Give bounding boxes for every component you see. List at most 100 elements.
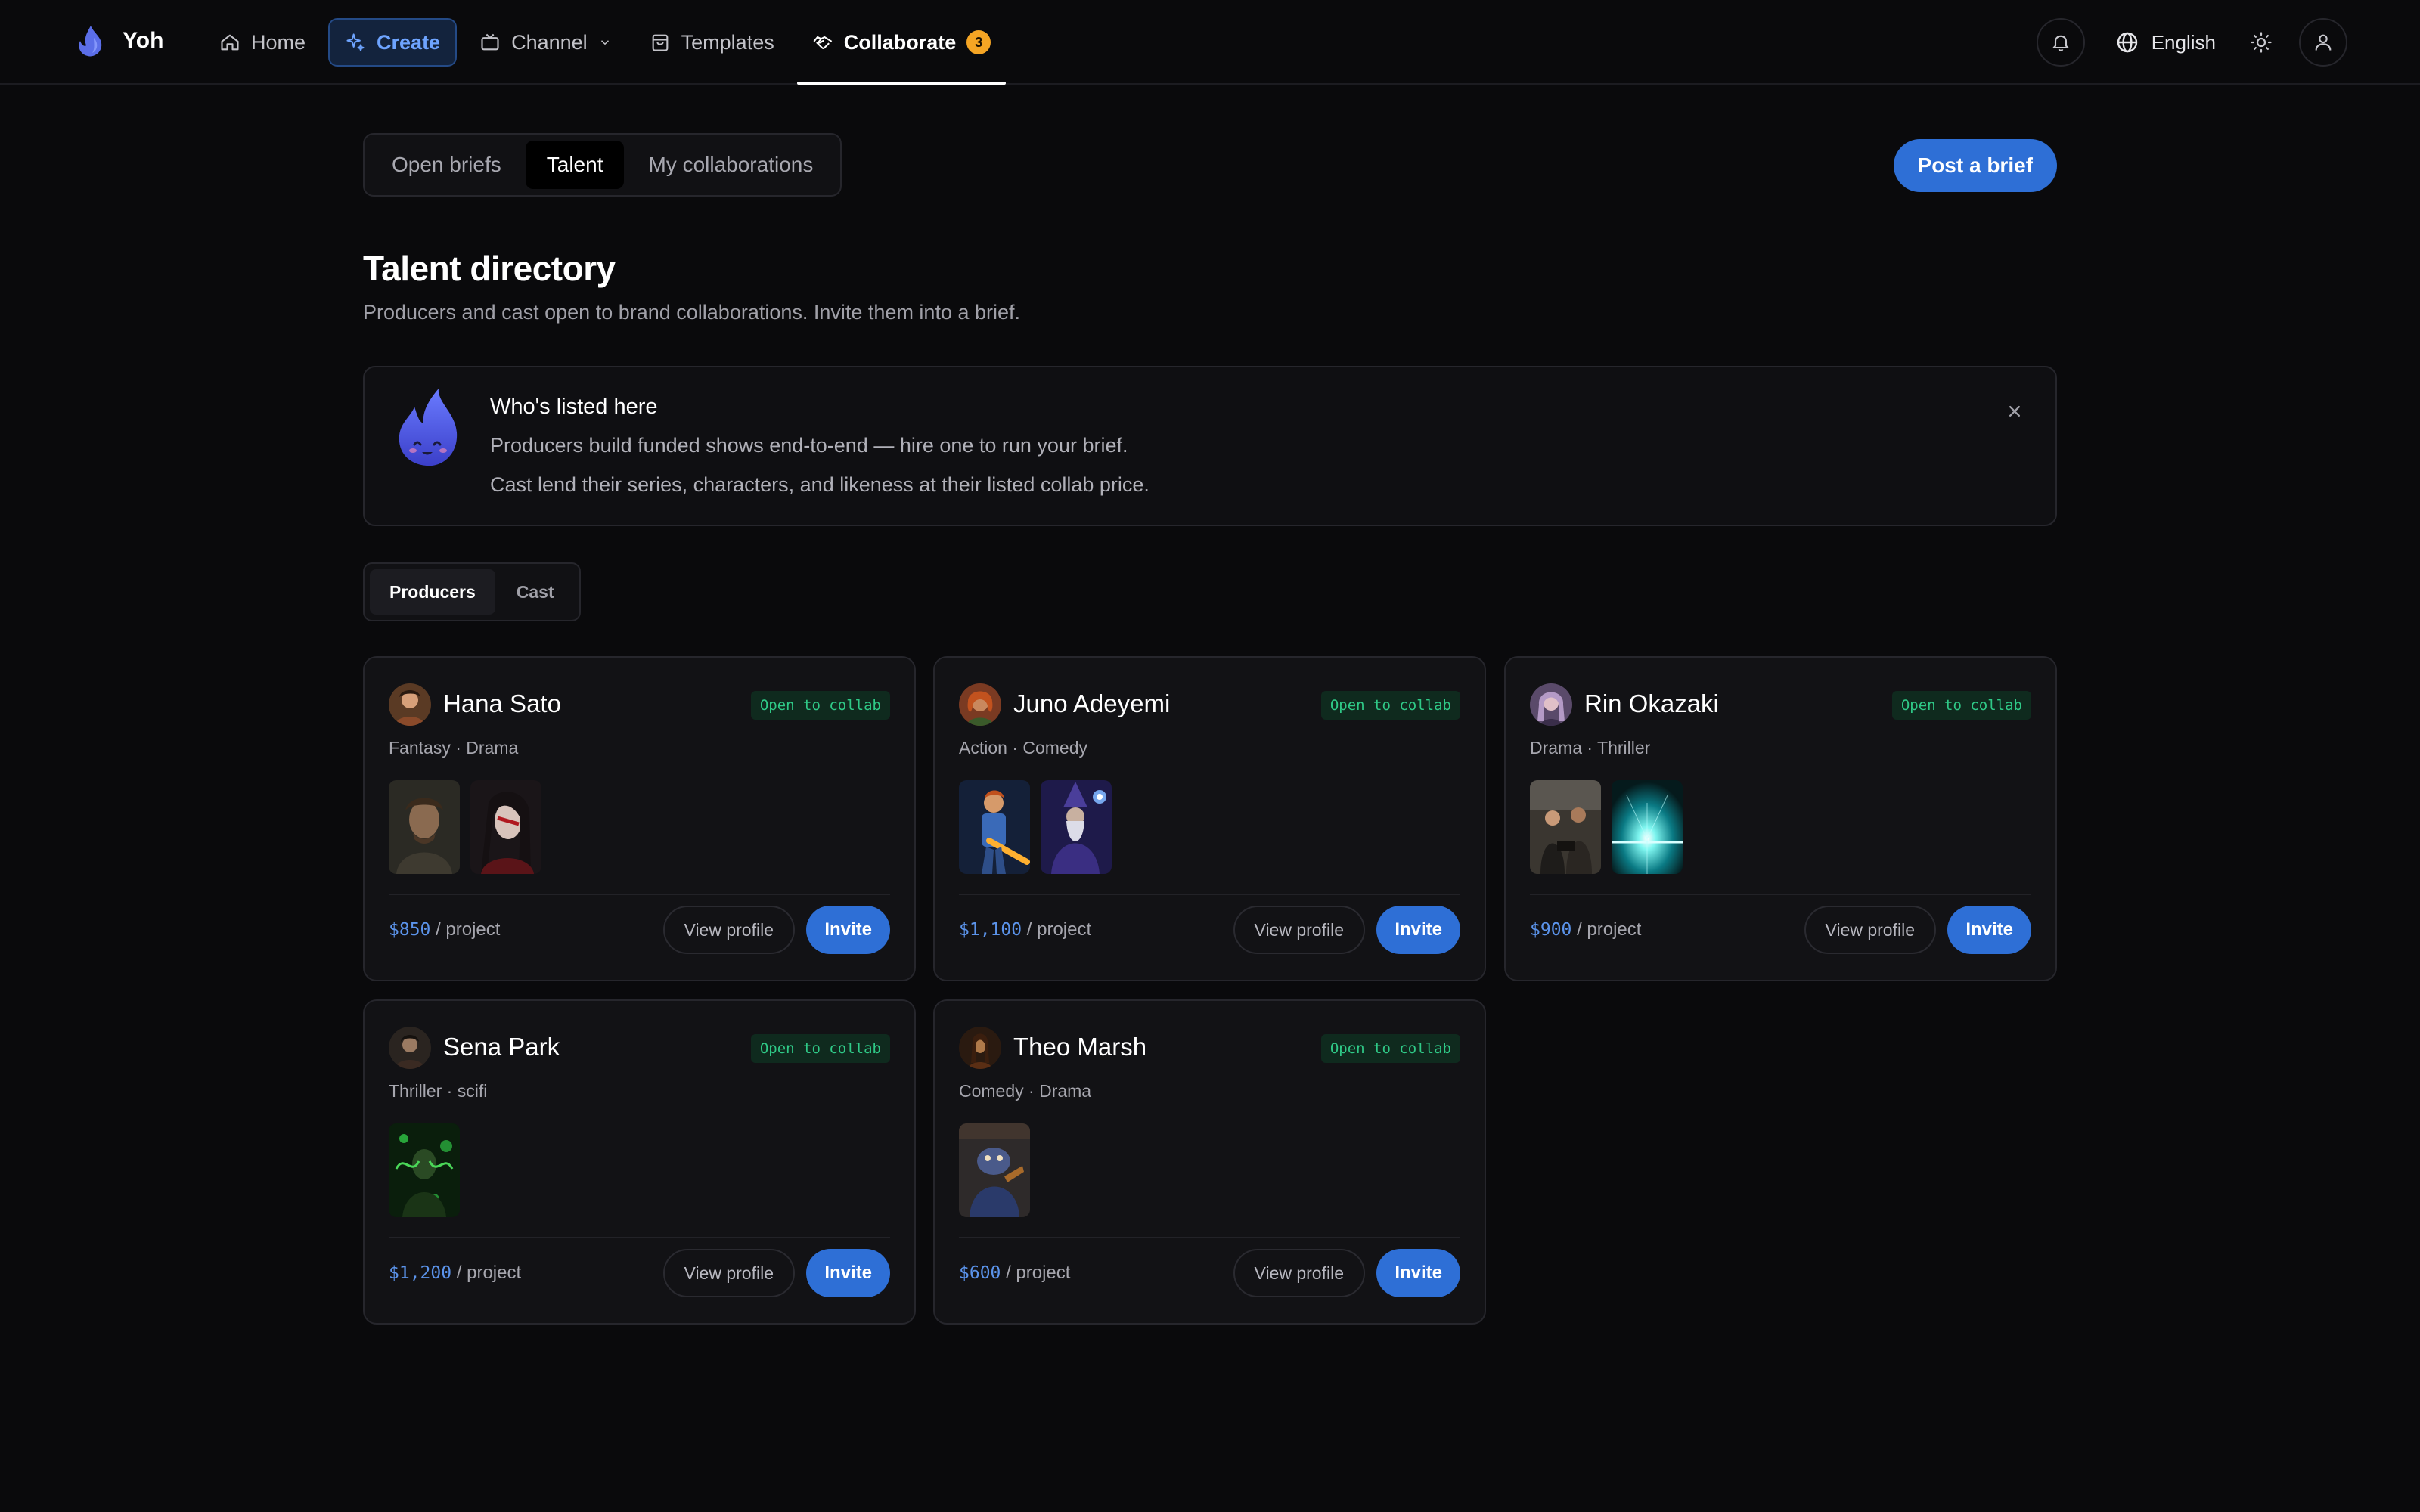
nav-collaborate[interactable]: Collaborate 3 bbox=[796, 18, 1007, 85]
talent-name[interactable]: Juno Adeyemi bbox=[1013, 689, 1170, 718]
status-badge: Open to collab bbox=[1891, 691, 2031, 720]
view-profile-button[interactable]: View profile bbox=[662, 1249, 795, 1297]
collaborate-tabs: Open briefs Talent My collaborations bbox=[363, 133, 842, 197]
tab-open-briefs[interactable]: Open briefs bbox=[371, 141, 523, 189]
invite-button[interactable]: Invite bbox=[1376, 906, 1460, 954]
view-profile-button[interactable]: View profile bbox=[662, 906, 795, 954]
talent-card: Juno Adeyemi Open to collab Action · Com… bbox=[933, 656, 1486, 981]
header-tools: English bbox=[2036, 18, 2347, 67]
status-badge: Open to collab bbox=[1320, 1034, 1460, 1063]
info-title: Who's listed here bbox=[490, 395, 658, 419]
card-divider bbox=[959, 1237, 1460, 1238]
talent-card: Theo Marsh Open to collab Comedy · Drama… bbox=[933, 999, 1486, 1325]
notifications-button[interactable] bbox=[2036, 18, 2085, 67]
handshake-icon bbox=[813, 36, 832, 49]
view-profile-button[interactable]: View profile bbox=[1233, 906, 1365, 954]
language-selector[interactable]: English bbox=[2108, 30, 2223, 54]
language-label: English bbox=[2151, 30, 2216, 54]
nav-create-label: Create bbox=[377, 30, 441, 54]
portfolio-thumbnails bbox=[959, 1123, 1030, 1217]
talent-genres: Thriller · scifi bbox=[389, 1081, 488, 1101]
subtab-producers[interactable]: Producers bbox=[370, 569, 495, 615]
page-subtitle: Producers and cast open to brand collabo… bbox=[363, 301, 1021, 324]
top-navbar: Yoh Home Create Channel Templates Collab… bbox=[0, 0, 2420, 85]
nav-home-label: Home bbox=[251, 30, 306, 54]
sun-icon bbox=[2251, 32, 2272, 53]
shopping-bag-icon bbox=[652, 34, 669, 51]
nav-collaborate-label: Collaborate bbox=[843, 30, 957, 54]
page-title: Talent directory bbox=[363, 249, 616, 288]
card-divider bbox=[1530, 894, 2031, 895]
price-amount: $600 bbox=[959, 1263, 1001, 1283]
info-line-cast: Cast lend their series, characters, and … bbox=[490, 473, 1150, 496]
portfolio-thumbnail[interactable] bbox=[389, 780, 460, 874]
portfolio-thumbnails bbox=[1530, 780, 1683, 874]
price-unit: / project bbox=[436, 919, 501, 940]
portfolio-thumbnails bbox=[959, 780, 1112, 874]
nav-channel[interactable]: Channel bbox=[464, 18, 627, 67]
avatar[interactable] bbox=[1530, 683, 1572, 726]
nav-templates[interactable]: Templates bbox=[634, 18, 790, 67]
avatar[interactable] bbox=[959, 1027, 1001, 1069]
talent-price: $850 / project bbox=[389, 919, 500, 940]
tab-my-collaborations[interactable]: My collaborations bbox=[627, 141, 834, 189]
talent-name[interactable]: Hana Sato bbox=[443, 689, 561, 718]
post-brief-button[interactable]: Post a brief bbox=[1893, 139, 2057, 192]
portfolio-thumbnail[interactable] bbox=[470, 780, 541, 874]
price-unit: / project bbox=[1006, 1263, 1071, 1283]
info-banner: Who's listed here Producers build funded… bbox=[363, 366, 2057, 526]
talent-price: $1,200 / project bbox=[389, 1263, 521, 1284]
talent-card: Hana Sato Open to collab Fantasy · Drama… bbox=[363, 656, 916, 981]
portfolio-thumbnail[interactable] bbox=[389, 1123, 460, 1217]
yoh-flame-logo-icon bbox=[79, 26, 102, 57]
status-badge: Open to collab bbox=[750, 1034, 890, 1063]
talent-card: Sena Park Open to collab Thriller · scif… bbox=[363, 999, 916, 1325]
card-divider bbox=[959, 894, 1460, 895]
avatar[interactable] bbox=[389, 683, 431, 726]
home-icon bbox=[221, 34, 239, 51]
portfolio-thumbnail[interactable] bbox=[1612, 780, 1683, 874]
card-divider bbox=[389, 1237, 890, 1238]
talent-name[interactable]: Sena Park bbox=[443, 1033, 560, 1061]
portfolio-thumbnail[interactable] bbox=[959, 1123, 1030, 1217]
theme-toggle[interactable] bbox=[2246, 27, 2276, 57]
tab-talent[interactable]: Talent bbox=[525, 141, 625, 189]
price-amount: $900 bbox=[1530, 920, 1572, 940]
nav-channel-label: Channel bbox=[511, 30, 588, 54]
price-amount: $1,200 bbox=[389, 1263, 452, 1283]
invite-button[interactable]: Invite bbox=[1947, 906, 2031, 954]
flame-mascot-icon bbox=[399, 389, 458, 466]
app-name: Yoh bbox=[123, 28, 164, 53]
view-profile-button[interactable]: View profile bbox=[1233, 1249, 1365, 1297]
portfolio-thumbnail[interactable] bbox=[959, 780, 1030, 874]
invite-button[interactable]: Invite bbox=[806, 1249, 890, 1297]
talent-genres: Drama · Thriller bbox=[1530, 738, 1651, 758]
portfolio-thumbnails bbox=[389, 1123, 460, 1217]
talent-name[interactable]: Theo Marsh bbox=[1013, 1033, 1146, 1061]
portfolio-thumbnail[interactable] bbox=[1041, 780, 1112, 874]
nav-create[interactable]: Create bbox=[328, 18, 458, 67]
avatar[interactable] bbox=[389, 1027, 431, 1069]
talent-price: $1,100 / project bbox=[959, 919, 1091, 940]
price-unit: / project bbox=[1577, 919, 1642, 940]
tv-icon bbox=[481, 33, 499, 51]
subtab-cast[interactable]: Cast bbox=[497, 569, 574, 615]
portfolio-thumbnail[interactable] bbox=[1530, 780, 1601, 874]
close-icon[interactable] bbox=[2004, 401, 2025, 422]
brand-logo-link[interactable]: Yoh bbox=[76, 24, 163, 57]
chevron-down-icon bbox=[600, 40, 609, 45]
invite-button[interactable]: Invite bbox=[806, 906, 890, 954]
talent-type-tabs: Producers Cast bbox=[363, 562, 581, 621]
nav-home[interactable]: Home bbox=[204, 18, 321, 67]
talent-name[interactable]: Rin Okazaki bbox=[1584, 689, 1719, 718]
invite-button[interactable]: Invite bbox=[1376, 1249, 1460, 1297]
view-profile-button[interactable]: View profile bbox=[1804, 906, 1936, 954]
talent-price: $900 / project bbox=[1530, 919, 1641, 940]
avatar[interactable] bbox=[959, 683, 1001, 726]
price-unit: / project bbox=[456, 1263, 522, 1283]
nav-templates-label: Templates bbox=[681, 30, 774, 54]
talent-card: Rin Okazaki Open to collab Drama · Thril… bbox=[1504, 656, 2057, 981]
account-button[interactable] bbox=[2299, 18, 2347, 67]
talent-price: $600 / project bbox=[959, 1263, 1070, 1284]
talent-genres: Action · Comedy bbox=[959, 738, 1088, 758]
